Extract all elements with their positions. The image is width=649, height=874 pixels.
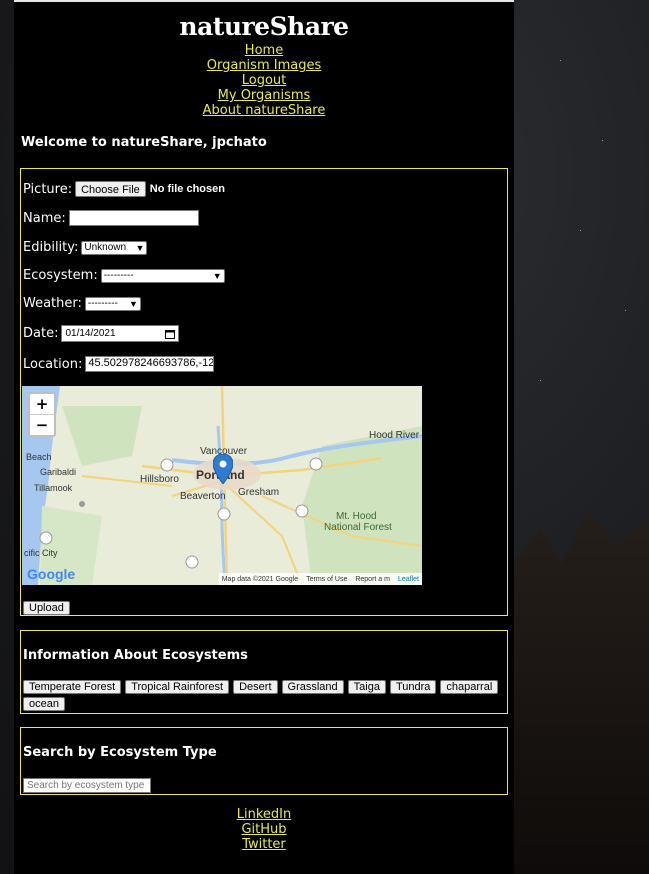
upload-button[interactable]: Upload (23, 601, 70, 615)
edibility-select[interactable]: Unknown ▼ (81, 240, 148, 255)
chevron-down-icon: ▼ (135, 242, 145, 253)
footer-github[interactable]: GitHub (14, 822, 514, 837)
site-title: natureShare (179, 12, 349, 41)
eco-button-tropical-rainforest[interactable]: Tropical Rainforest (125, 680, 230, 694)
map-label-national-forest: National Forest (324, 522, 392, 533)
eco-button-temperate-forest[interactable]: Temperate Forest (23, 680, 122, 694)
eco-button-taiga[interactable]: Taiga (347, 680, 386, 694)
edibility-row: Edibility: Unknown ▼ (23, 240, 148, 255)
footer-linkedin[interactable]: LinkedIn (14, 807, 514, 822)
calendar-icon[interactable] (165, 329, 176, 339)
name-input[interactable] (68, 210, 199, 226)
ecosystem-row: Ecosystem: --------- ▼ (23, 268, 225, 283)
map-label-beach: Beach (26, 452, 52, 462)
weather-value: --------- (87, 298, 118, 309)
map-label-mt-hood: Mt. Hood (336, 511, 377, 522)
name-label: Name: (23, 210, 66, 226)
nav-organism-images[interactable]: Organism Images (14, 58, 514, 73)
attribution-report[interactable]: Report a m (355, 576, 390, 583)
ecosystem-buttons: Temperate Forest Tropical Rainforest Des… (23, 680, 503, 711)
edibility-label: Edibility: (23, 240, 79, 255)
search-section: Search by Ecosystem Type Search by ecosy… (20, 727, 508, 795)
weather-row: Weather: --------- ▼ (23, 296, 141, 311)
nav-menu: Home Organism Images Logout My Organisms… (14, 43, 514, 118)
chevron-down-icon: ▼ (212, 270, 222, 281)
map-marker-icon[interactable] (213, 454, 233, 484)
location-map[interactable]: Vancouver Portland Hillsboro Beaverton G… (22, 386, 422, 585)
date-input[interactable]: 01/14/2021 (61, 325, 180, 342)
ecosystem-info-section: Information About Ecosystems Temperate F… (20, 630, 508, 714)
ecosystem-value: --------- (103, 270, 134, 281)
map-label-pacific-city: cific City (24, 548, 58, 558)
attribution-leaflet[interactable]: Leaflet (398, 576, 419, 583)
nav-about[interactable]: About natureShare (14, 103, 514, 118)
search-title: Search by Ecosystem Type (23, 745, 217, 760)
choose-file-button[interactable]: Choose File (75, 181, 146, 197)
location-row: Location: 45.502978246693786,-12 (23, 356, 215, 372)
map-label-hood-river: Hood River (369, 430, 420, 441)
nav-logout[interactable]: Logout (14, 73, 514, 88)
background-star (602, 140, 603, 141)
eco-button-tundra[interactable]: Tundra (389, 680, 437, 694)
eco-button-desert[interactable]: Desert (233, 680, 278, 694)
upload-form: Picture: Choose File No file chosen Name… (20, 168, 508, 616)
background-mountain (514, 509, 649, 874)
file-status: No file chosen (149, 183, 225, 195)
ecosystem-label: Ecosystem: (23, 268, 98, 283)
picture-row: Picture: Choose File No file chosen (23, 181, 225, 197)
background-star (580, 230, 581, 231)
date-row: Date: 01/14/2021 (23, 325, 180, 342)
map-tiles[interactable] (22, 386, 422, 585)
search-input[interactable]: Search by ecosystem type (23, 778, 151, 793)
footer-links: LinkedIn GitHub Twitter (14, 807, 514, 852)
chevron-down-icon: ▼ (128, 298, 138, 309)
background-star (625, 310, 626, 311)
attribution-data: Map data ©2021 Google (221, 575, 299, 583)
map-label-garibaldi: Garibaldi (40, 467, 77, 477)
eco-button-ocean[interactable]: ocean (23, 697, 65, 711)
google-logo: Google (27, 566, 76, 582)
date-value: 01/14/2021 (65, 328, 116, 339)
map-attribution: Map data ©2021 Google Terms of Use Repor… (218, 573, 422, 585)
background-star (540, 380, 541, 381)
weather-label: Weather: (23, 296, 82, 311)
zoom-in-button[interactable]: + (30, 394, 54, 414)
nav-home[interactable]: Home (14, 43, 514, 58)
eco-button-grassland[interactable]: Grassland (281, 680, 344, 694)
map-label-gresham: Gresham (238, 487, 280, 498)
nav-my-organisms[interactable]: My Organisms (14, 88, 514, 103)
edibility-value: Unknown (84, 242, 127, 253)
ecosystem-info-title: Information About Ecosystems (23, 648, 248, 663)
ecosystem-select[interactable]: --------- ▼ (100, 268, 225, 283)
location-label: Location: (23, 356, 83, 372)
map-label-hillsboro: Hillsboro (140, 474, 179, 485)
date-label: Date: (23, 326, 59, 341)
eco-button-chaparral[interactable]: chaparral (440, 680, 499, 694)
picture-label: Picture: (23, 181, 73, 197)
footer-twitter[interactable]: Twitter (14, 837, 514, 852)
main-panel: natureShare Home Organism Images Logout … (14, 0, 514, 874)
zoom-control: + − (28, 392, 56, 437)
name-row: Name: (23, 210, 199, 226)
map-label-tillamook: Tillamook (34, 483, 73, 493)
map-label-beaverton: Beaverton (180, 491, 226, 502)
location-input[interactable]: 45.502978246693786,-12 (85, 356, 215, 372)
attribution-terms[interactable]: Terms of Use (306, 576, 347, 583)
weather-select[interactable]: --------- ▼ (84, 296, 141, 311)
welcome-message: Welcome to natureShare, jpchato (21, 135, 267, 150)
background-star (560, 60, 561, 61)
zoom-out-button[interactable]: − (30, 414, 54, 435)
